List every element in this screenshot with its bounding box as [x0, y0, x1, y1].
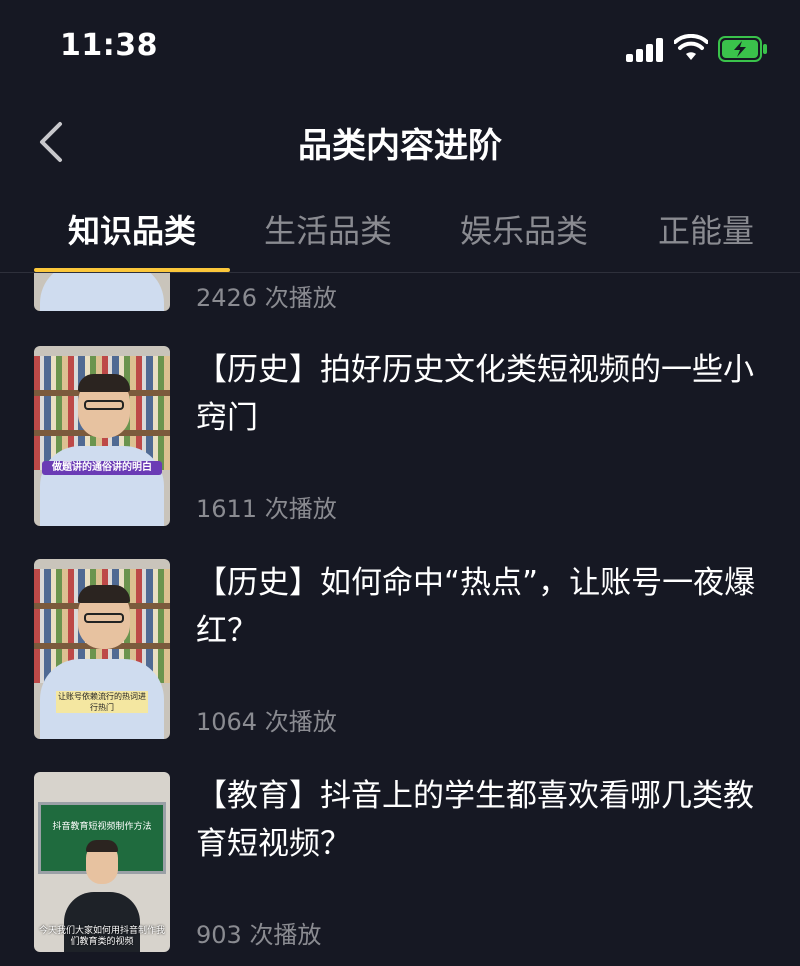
- page-title: 品类内容进阶: [298, 126, 502, 166]
- tab-positive-energy[interactable]: 正能量: [658, 206, 754, 252]
- video-list: 2426 次播放 做题讲的通俗讲的明白 【历史】拍好历史文化类短视频的一些小窍门…: [0, 273, 800, 966]
- video-views: 1064 次播放: [196, 708, 337, 736]
- tab-entertainment[interactable]: 娱乐品类: [460, 206, 588, 252]
- battery-charging-icon: [718, 36, 767, 62]
- status-bar: 11:38: [0, 0, 800, 100]
- wifi-icon: [674, 34, 708, 60]
- video-title[interactable]: 【历史】拍好历史文化类短视频的一些小窍门: [196, 346, 766, 442]
- video-title[interactable]: 【历史】如何命中“热点”，让账号一夜爆红？: [196, 559, 766, 655]
- nav-bar: 品类内容进阶: [0, 100, 800, 184]
- video-thumbnail[interactable]: 让账号依赖流行的热词进行热门: [34, 559, 170, 739]
- video-item[interactable]: 做题讲的通俗讲的明白 【历史】拍好历史文化类短视频的一些小窍门 1611 次播放: [0, 346, 800, 526]
- category-tabs: 知识品类 生活品类 娱乐品类 正能量: [0, 190, 800, 273]
- video-title[interactable]: 【教育】抖音上的学生都喜欢看哪几类教育短视频？: [196, 772, 766, 868]
- active-tab-indicator: [34, 268, 230, 272]
- thumbnail-caption: 今天我们大家如何用抖音制作我们教育类的视频: [38, 926, 165, 947]
- status-time: 11:38: [60, 28, 158, 63]
- video-views: 903 次播放: [196, 921, 322, 949]
- video-thumbnail[interactable]: 抖音教育短视频制作方法 今天我们大家如何用抖音制作我们教育类的视频: [34, 772, 170, 952]
- cellular-signal-icon: [626, 38, 664, 62]
- video-views: 2426 次播放: [196, 284, 337, 312]
- board-text: 抖音教育短视频制作方法: [52, 822, 152, 832]
- video-thumbnail[interactable]: 做题讲的通俗讲的明白: [34, 346, 170, 526]
- thumbnail-caption: 做题讲的通俗讲的明白: [42, 461, 162, 475]
- video-views: 1611 次播放: [196, 495, 337, 523]
- video-item[interactable]: 抖音教育短视频制作方法 今天我们大家如何用抖音制作我们教育类的视频 【教育】抖音…: [0, 772, 800, 952]
- tab-knowledge[interactable]: 知识品类: [68, 206, 196, 252]
- thumbnail-caption: 让账号依赖流行的热词进行热门: [56, 691, 148, 713]
- tab-life[interactable]: 生活品类: [264, 206, 392, 252]
- video-item[interactable]: 让账号依赖流行的热词进行热门 【历史】如何命中“热点”，让账号一夜爆红？ 106…: [0, 559, 800, 739]
- video-thumbnail[interactable]: [34, 273, 170, 311]
